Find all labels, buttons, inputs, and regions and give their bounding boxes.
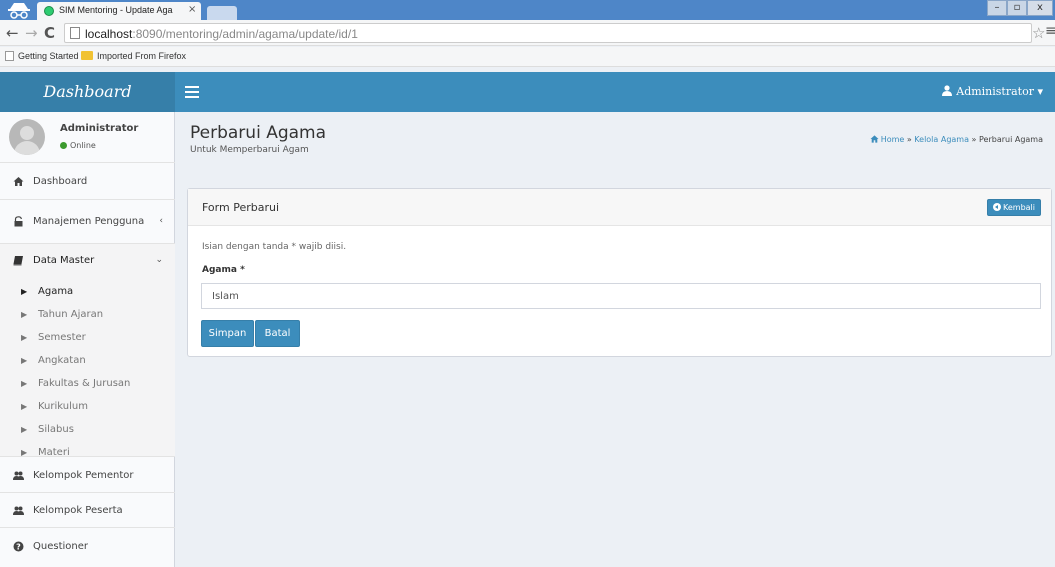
favicon-icon xyxy=(44,6,54,16)
caret-right-icon: ▶ xyxy=(21,379,28,388)
reload-icon[interactable]: C xyxy=(44,24,55,42)
user-icon xyxy=(942,85,953,96)
new-tab-button[interactable] xyxy=(207,6,237,20)
caret-right-icon: ▶ xyxy=(21,425,28,434)
browser-tab[interactable]: SIM Mentoring - Update Aga × xyxy=(37,2,201,20)
sidebar-item-manajemen-pengguna[interactable]: Manajemen Pengguna ‹ xyxy=(0,200,175,244)
sidebar-item-data-master[interactable]: Data Master ⌄ ▶ Agama ▶ Tahun Ajaran ▶ Seme… xyxy=(0,244,175,458)
svg-text:?: ? xyxy=(16,543,21,552)
sidebar-toggle-icon[interactable] xyxy=(185,86,199,98)
sidebar-subitem-silabus[interactable]: ▶ Silabus xyxy=(0,420,175,443)
bookmark-star-icon[interactable]: ☆ xyxy=(1032,24,1045,42)
caret-right-icon: ▶ xyxy=(21,448,28,457)
caret-right-icon: ▶ xyxy=(21,287,28,296)
close-window-button[interactable]: x xyxy=(1027,0,1053,16)
browser-titlebar: SIM Mentoring - Update Aga × – ▫ x xyxy=(0,0,1055,20)
arrow-circle-left-icon xyxy=(993,203,1001,211)
sidebar-item-kelompok-pementor[interactable]: Kelompok Pementor xyxy=(0,457,175,493)
browser-menu-icon[interactable]: ≡ xyxy=(1045,23,1055,39)
sidebar-subitem-fakultas-jurusan[interactable]: ▶ Fakultas & Jurusan xyxy=(0,374,175,397)
sidebar-subitem-angkatan[interactable]: ▶ Angkatan xyxy=(0,351,175,374)
required-hint: Isian dengan tanda * wajib diisi. xyxy=(202,242,347,252)
batal-button[interactable]: Batal xyxy=(255,320,300,347)
sidebar-subitem-tahun-ajaran[interactable]: ▶ Tahun Ajaran xyxy=(0,305,175,328)
sidebar-item-kelompok-peserta[interactable]: Kelompok Peserta xyxy=(0,493,175,528)
sidebar-item-questioner[interactable]: ? Questioner xyxy=(0,528,175,567)
lock-icon xyxy=(14,216,23,227)
breadcrumb-home-link[interactable]: Home xyxy=(881,135,905,144)
sidebar: Administrator Online Dashboard Manajemen… xyxy=(0,112,175,567)
user-status: Online xyxy=(60,141,96,150)
page-subtitle: Untuk Memperbarui Agam xyxy=(190,145,309,155)
caret-right-icon: ▶ xyxy=(21,402,28,411)
user-name: Administrator xyxy=(60,123,139,134)
tab-close-icon[interactable]: × xyxy=(188,4,196,15)
maximize-button[interactable]: ▫ xyxy=(1007,0,1027,16)
minimize-button[interactable]: – xyxy=(987,0,1007,16)
sidebar-subitem-materi[interactable]: ▶ Materi xyxy=(0,443,175,458)
breadcrumb-current: Perbarui Agama xyxy=(978,135,1043,144)
top-navbar: Administrator ▾ xyxy=(175,72,1055,112)
page-icon xyxy=(5,51,14,61)
book-icon xyxy=(13,256,23,266)
folder-icon xyxy=(81,51,93,60)
avatar xyxy=(9,119,45,155)
bookmark-getting-started[interactable]: Getting Started xyxy=(5,51,79,61)
simpan-button[interactable]: Simpan xyxy=(201,320,254,347)
kembali-button[interactable]: Kembali xyxy=(987,199,1041,216)
user-menu-dropdown[interactable]: Administrator ▾ xyxy=(942,85,1043,98)
breadcrumb-kelola-agama-link[interactable]: Kelola Agama xyxy=(914,135,969,144)
form-title: Form Perbarui xyxy=(202,201,280,214)
users-icon xyxy=(13,471,24,480)
incognito-icon xyxy=(8,3,30,19)
sidebar-item-dashboard[interactable]: Dashboard xyxy=(0,163,175,200)
sidebar-subitem-kurikulum[interactable]: ▶ Kurikulum xyxy=(0,397,175,420)
question-circle-icon: ? xyxy=(13,541,24,552)
chevron-down-icon: ⌄ xyxy=(155,255,163,265)
tab-title: SIM Mentoring - Update Aga xyxy=(59,5,173,15)
address-bar[interactable]: localhost:8090/mentoring/admin/agama/upd… xyxy=(64,23,1032,43)
form-box: Form Perbarui Kembali Isian dengan tanda… xyxy=(187,188,1052,357)
agama-field-label: Agama * xyxy=(202,265,245,275)
forward-arrow-icon[interactable]: → xyxy=(25,24,38,42)
back-arrow-icon[interactable]: ← xyxy=(6,24,19,42)
bookmark-imported-from-firefox[interactable]: Imported From Firefox xyxy=(81,51,186,61)
home-icon xyxy=(13,177,24,186)
online-dot-icon xyxy=(60,142,67,149)
sidebar-subitem-semester[interactable]: ▶ Semester xyxy=(0,328,175,351)
chevron-left-icon: ‹ xyxy=(159,216,163,226)
bookmarks-bar: Getting Started Imported From Firefox xyxy=(0,47,1055,67)
caret-right-icon: ▶ xyxy=(21,356,28,365)
form-box-header: Form Perbarui Kembali xyxy=(188,189,1051,226)
caret-right-icon: ▶ xyxy=(21,310,28,319)
sidebar-subitem-agama[interactable]: ▶ Agama xyxy=(0,282,175,305)
browser-toolbar: ← → C localhost:8090/mentoring/admin/aga… xyxy=(0,20,1055,46)
page-icon xyxy=(70,27,80,39)
brand-logo[interactable]: Dashboard xyxy=(0,72,175,112)
page-title: Perbarui Agama xyxy=(190,123,327,143)
breadcrumb: Home » Kelola Agama » Perbarui Agama xyxy=(870,135,1043,144)
caret-right-icon: ▶ xyxy=(21,333,28,342)
users-icon xyxy=(13,506,24,515)
agama-input[interactable] xyxy=(201,283,1041,309)
url-text[interactable]: localhost:8090/mentoring/admin/agama/upd… xyxy=(85,27,358,41)
user-panel: Administrator Online xyxy=(0,112,175,163)
home-icon xyxy=(870,135,879,143)
